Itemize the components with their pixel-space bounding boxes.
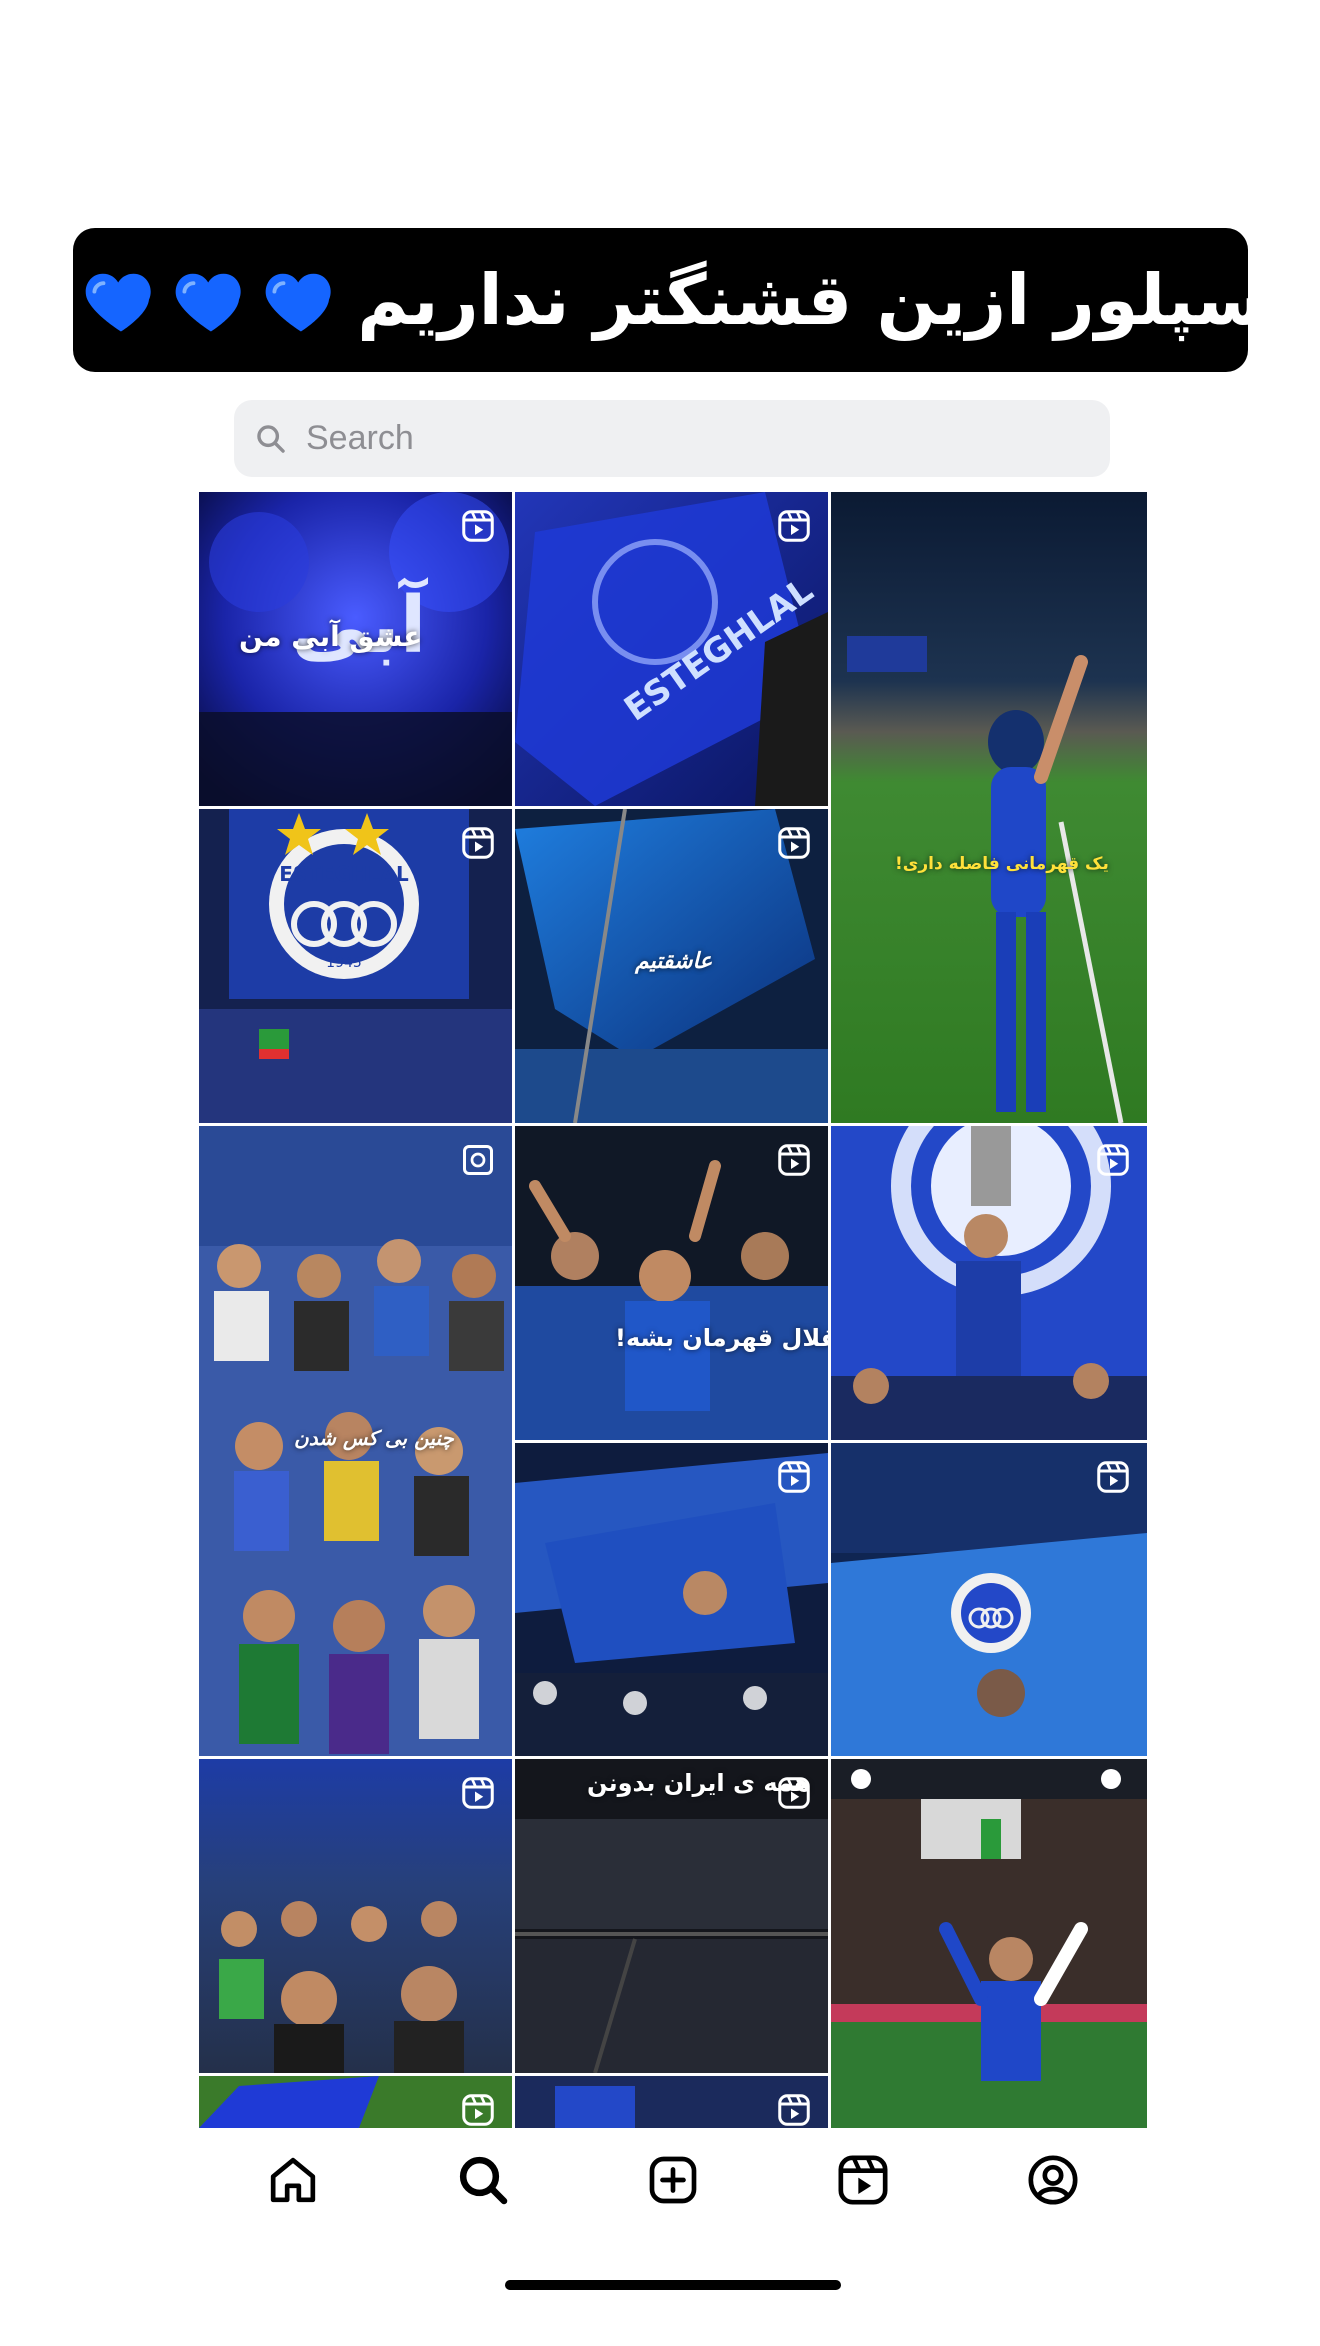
caption-text: اکسپلور ازین قشنگتر نداریم xyxy=(357,259,1248,341)
explore-grid: آبی عشق آبی من ESTEGHLAL یک قهرمانی فاصل… xyxy=(199,492,1147,2128)
tile-thumbnail xyxy=(831,1759,1147,2128)
reels-icon xyxy=(778,2094,810,2126)
tile-thumbnail xyxy=(831,492,1147,1123)
reels-icon xyxy=(778,827,810,859)
explore-tile[interactable]: ESTEGHLAL xyxy=(515,492,828,806)
carousel-icon xyxy=(463,1145,493,1175)
create-post-icon[interactable] xyxy=(645,2152,701,2208)
home-indicator[interactable] xyxy=(505,2280,841,2290)
blue-heart-icon xyxy=(265,273,331,332)
reels-icon xyxy=(462,827,494,859)
explore-tile[interactable] xyxy=(831,1443,1147,1756)
explore-tile[interactable]: چنین بی کس شدن xyxy=(199,1126,512,1756)
reels-icon xyxy=(462,510,494,542)
explore-tile[interactable]: عاشقتیم xyxy=(515,809,828,1123)
explore-tile[interactable]: ESTEGHLAL 1945 xyxy=(199,809,512,1123)
explore-tile[interactable]: آبی عشق آبی من xyxy=(199,492,512,806)
explore-tile[interactable] xyxy=(831,1759,1147,2128)
reels-icon xyxy=(778,1777,810,1809)
explore-tile[interactable] xyxy=(515,1443,828,1756)
reels-icon xyxy=(462,1777,494,1809)
caption-banner: اکسپلور ازین قشنگتر نداریم xyxy=(73,228,1248,372)
reels-icon xyxy=(778,1461,810,1493)
search-input[interactable]: Search xyxy=(306,419,414,458)
explore-tile[interactable]: استقلال قهرمان بشه! xyxy=(515,1126,828,1440)
tile-overlay-text: استقلال قهرمان بشه! xyxy=(615,1324,828,1352)
explore-tile[interactable]: همه ی ایران بدونن xyxy=(515,1759,828,2073)
explore-tile[interactable] xyxy=(199,1759,512,2073)
svg-text:ESTEGHLAL: ESTEGHLAL xyxy=(279,862,409,886)
explore-tile[interactable]: یک قهرمانی فاصله داری! xyxy=(831,492,1147,1123)
profile-icon[interactable] xyxy=(1025,2152,1081,2208)
reels-icon xyxy=(778,510,810,542)
explore-tile[interactable] xyxy=(515,2076,828,2128)
home-icon[interactable] xyxy=(265,2152,321,2208)
reels-icon xyxy=(1097,1144,1129,1176)
search-icon xyxy=(257,424,285,453)
tile-overlay-text: عشق آبی من xyxy=(239,620,423,653)
reels-icon[interactable] xyxy=(835,2152,891,2208)
tile-overlay-text: یک قهرمانی فاصله داری! xyxy=(895,854,1109,874)
tile-overlay-text: چنین بی کس شدن xyxy=(294,1426,454,1450)
explore-tile[interactable] xyxy=(831,1126,1147,1440)
blue-heart-icon xyxy=(175,273,241,332)
reels-icon xyxy=(1097,1461,1129,1493)
svg-text:1945: 1945 xyxy=(326,955,362,971)
screenshot-page: اکسپلور ازین قشنگتر نداریم Search آبی عش… xyxy=(0,0,1320,2346)
search-icon[interactable] xyxy=(455,2152,511,2208)
tile-overlay-text: عاشقتیم xyxy=(635,949,713,974)
blue-heart-icon xyxy=(85,273,151,332)
explore-tile[interactable] xyxy=(199,2076,512,2128)
reels-icon xyxy=(462,2094,494,2126)
bottom-tab-bar xyxy=(199,2128,1147,2308)
reels-icon xyxy=(778,1144,810,1176)
search-bar[interactable]: Search xyxy=(234,400,1110,477)
heart-icons xyxy=(73,258,343,342)
explore-screen: Search آبی عشق آبی من ESTEGHLAL یک قهرما… xyxy=(199,380,1147,2308)
